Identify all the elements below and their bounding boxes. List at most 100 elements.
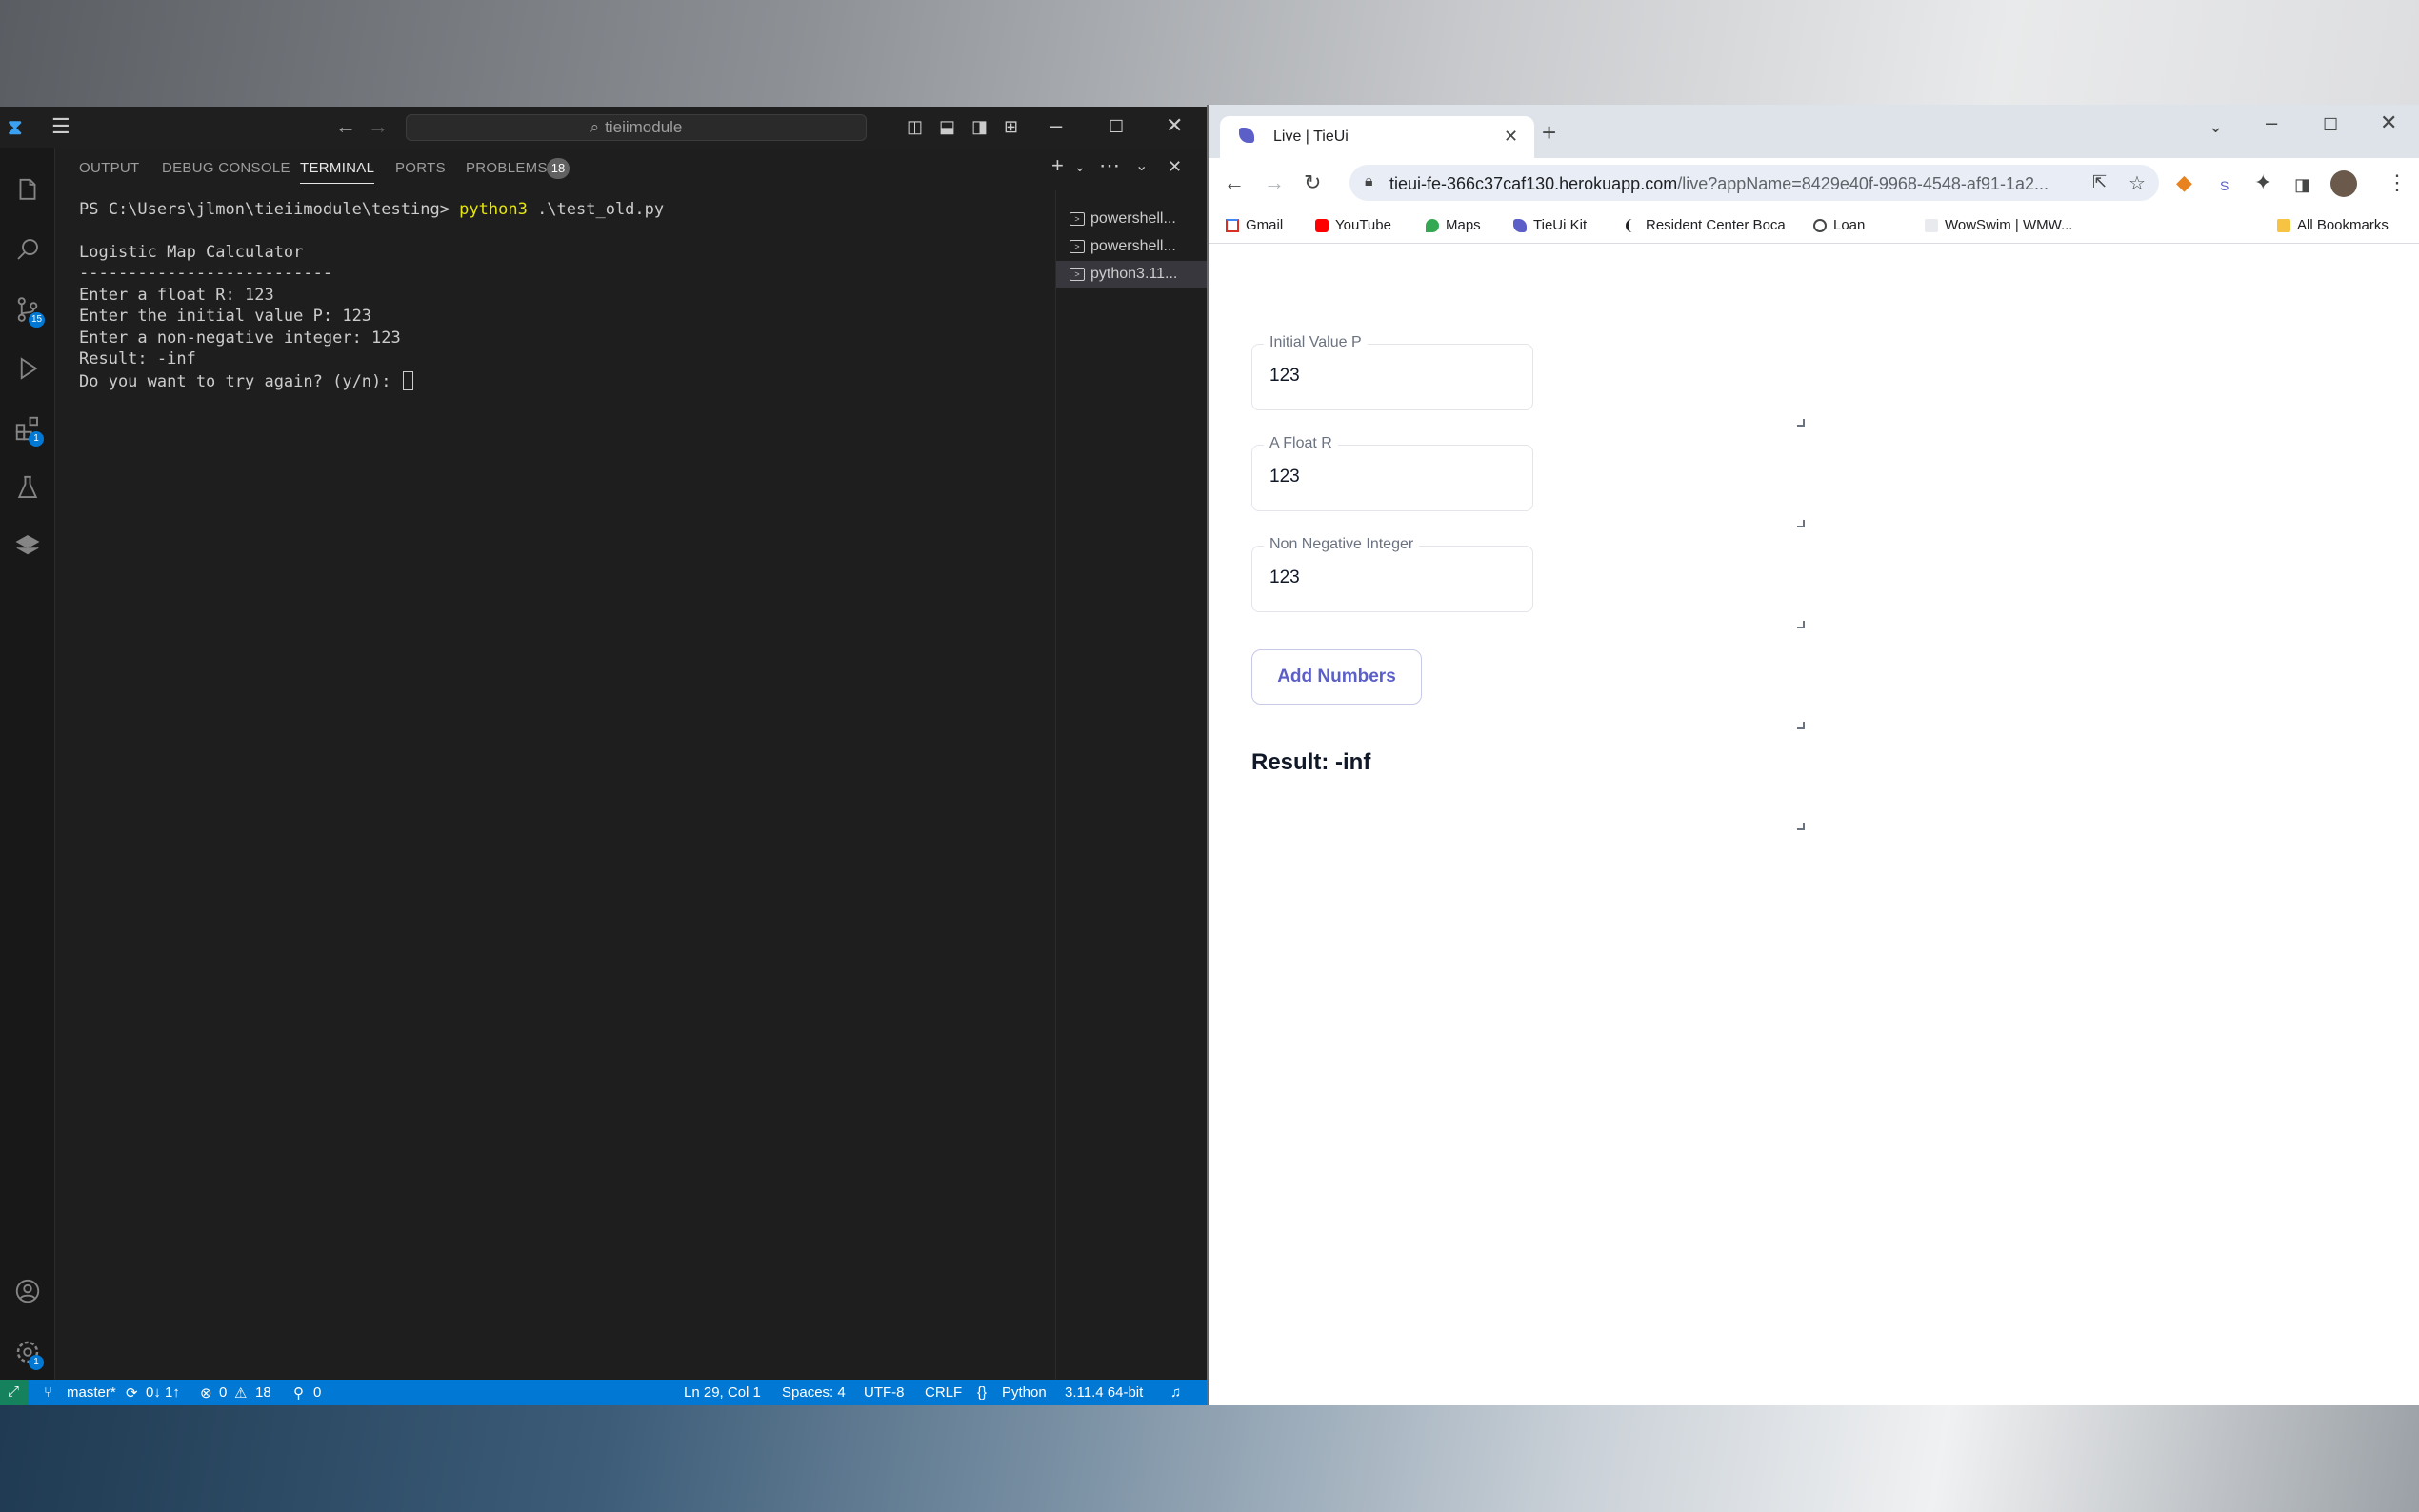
tab-output[interactable]: OUTPUT (79, 160, 139, 176)
sync-status[interactable]: 0↓ 1↑ (146, 1384, 180, 1401)
metamask-fox-icon[interactable]: ◆ (2176, 172, 2192, 193)
initial-value-field[interactable]: Initial Value P (1251, 334, 1533, 410)
explorer-icon[interactable] (0, 167, 55, 214)
notifications-bell-icon[interactable]: ♫ (1170, 1384, 1181, 1401)
browser-tab[interactable]: Live | TieUi ✕ (1220, 116, 1534, 158)
command-center-search[interactable]: ⌕ tieiimodule (406, 114, 867, 141)
vscode-titlebar: ⧗ ☰ ← → ⌕ tieiimodule ◫ ⬓ ◨ ⊞ – ☐ ✕ (0, 107, 1207, 148)
share-icon[interactable]: ⇱ (2092, 172, 2107, 192)
terminal-icon: > (1070, 212, 1085, 226)
bookmark-loan[interactable]: Loan (1813, 217, 1865, 233)
profile-avatar[interactable] (2330, 170, 2357, 197)
address-bar[interactable]: 🔒︎ tieui-fe-366c37caf130.herokuapp.com/l… (1349, 165, 2159, 201)
customize-layout-icon[interactable]: ⊞ (1004, 116, 1018, 137)
line-ending[interactable]: CRLF (925, 1384, 962, 1401)
branch-name[interactable]: master* (67, 1384, 116, 1401)
close-tab-icon[interactable]: ✕ (1504, 127, 1518, 147)
resize-handle-icon[interactable] (1797, 823, 1805, 830)
terminal-input-line: Do you want to try again? (y/n): (79, 371, 413, 391)
terminal-line: -------------------------- (79, 264, 333, 283)
terminal-line: Enter a non-negative integer: 123 (79, 328, 401, 348)
toggle-panel-icon[interactable]: ⬓ (939, 116, 955, 137)
bookmark-star-icon[interactable]: ☆ (2129, 171, 2146, 195)
resize-handle-icon[interactable] (1797, 621, 1805, 628)
bookmark-maps[interactable]: Maps (1426, 217, 1481, 233)
resize-handle-icon[interactable] (1797, 419, 1805, 427)
remote-indicator[interactable]: ⤢ (0, 1380, 29, 1405)
indentation[interactable]: Spaces: 4 (782, 1384, 846, 1401)
back-arrow-icon[interactable]: ← (1224, 172, 1245, 193)
error-count[interactable]: 0 (219, 1384, 227, 1401)
encoding[interactable]: UTF-8 (864, 1384, 905, 1401)
terminal-line: Enter a float R: 123 (79, 286, 274, 305)
bookmark-label: All Bookmarks (2297, 217, 2389, 233)
tab-problems[interactable]: PROBLEMS (466, 160, 548, 176)
bookmark-tieui-kit[interactable]: TieUi Kit (1513, 217, 1587, 233)
non-negative-integer-field[interactable]: Non Negative Integer (1251, 536, 1533, 612)
maximize-icon[interactable]: ☐ (2323, 114, 2338, 135)
side-panel-icon[interactable]: ◨ (2294, 174, 2310, 195)
forward-arrow-icon[interactable]: → (1264, 172, 1285, 193)
resize-handle-icon[interactable] (1797, 520, 1805, 527)
maps-pin-icon (1426, 218, 1439, 232)
maximize-panel-chevron-icon[interactable]: ⌄ (1135, 156, 1148, 177)
bookmark-resident-center[interactable]: Resident Center Boca (1626, 217, 1786, 233)
language-mode[interactable]: Python (1002, 1384, 1047, 1401)
minimize-icon[interactable]: – (1050, 115, 1062, 136)
extensions-icon[interactable]: 1 (0, 405, 55, 452)
initial-value-input[interactable] (1269, 366, 1517, 387)
close-icon[interactable]: ✕ (1166, 115, 1183, 136)
python-interpreter[interactable]: 3.11.4 64-bit (1065, 1384, 1143, 1401)
bookmark-gmail[interactable]: Gmail (1226, 217, 1283, 233)
search-icon[interactable] (0, 226, 55, 273)
float-r-field[interactable]: A Float R (1251, 435, 1533, 511)
extensions-puzzle-icon[interactable]: ✦ (2254, 172, 2271, 193)
result-text: Result: -inf (1251, 749, 1371, 775)
new-terminal-plus-icon[interactable]: + (1051, 155, 1064, 176)
maximize-icon[interactable]: ☐ (1109, 116, 1124, 137)
terminal-line: Logistic Map Calculator (79, 243, 304, 262)
toggle-secondary-sidebar-icon[interactable]: ◨ (971, 116, 988, 137)
float-r-input[interactable] (1269, 467, 1517, 487)
terminal-icon: > (1070, 240, 1085, 253)
non-negative-integer-input[interactable] (1269, 567, 1517, 588)
terminal-list-item[interactable]: > powershell... (1056, 206, 1207, 232)
settings-gear-icon[interactable]: 1 (0, 1328, 55, 1376)
ports-count[interactable]: 0 (313, 1384, 321, 1401)
reload-icon[interactable]: ↻ (1304, 172, 1321, 193)
tab-ports[interactable]: PORTS (395, 160, 446, 176)
terminal-output[interactable]: PS C:\Users\jlmon\tieiimodule\testing> p… (55, 190, 1055, 1380)
tab-terminal[interactable]: TERMINAL (300, 160, 375, 184)
warning-count[interactable]: 18 (255, 1384, 271, 1401)
forward-arrow-icon[interactable]: → (368, 116, 389, 137)
status-bar: ⤢ ⑂ master* ⟳ 0↓ 1↑ ⊗ 0 ⚠ 18 ⚲ 0 Ln 29, … (0, 1380, 1207, 1405)
accounts-icon[interactable] (0, 1267, 55, 1315)
terminal-dropdown-chevron-icon[interactable]: ⌄ (1074, 156, 1086, 177)
bookmark-youtube[interactable]: YouTube (1315, 217, 1391, 233)
terminal-list-item-active[interactable]: > python3.11... (1056, 261, 1207, 288)
minimize-icon[interactable]: – (2266, 112, 2277, 133)
terminal-list-item[interactable]: > powershell... (1056, 233, 1207, 260)
tab-debug-console[interactable]: DEBUG CONSOLE (162, 160, 290, 176)
close-window-icon[interactable]: ✕ (2380, 112, 2397, 133)
layers-icon[interactable] (0, 523, 55, 570)
resize-handle-icon[interactable] (1797, 722, 1805, 729)
extension-s-icon[interactable]: S (2220, 175, 2229, 196)
more-actions-icon[interactable]: ⋯ (1099, 155, 1120, 176)
add-numbers-button[interactable]: Add Numbers (1251, 649, 1422, 705)
back-arrow-icon[interactable]: ← (335, 116, 356, 137)
testing-flask-icon[interactable] (0, 464, 55, 511)
source-control-icon[interactable]: 15 (0, 286, 55, 333)
tab-search-chevron-icon[interactable]: ⌄ (2209, 116, 2223, 137)
bookmark-wowswim[interactable]: WowSwim | WMW... (1925, 217, 2072, 233)
web-page: Initial Value P A Float R Non Negative I… (1209, 245, 2419, 1405)
cursor-position[interactable]: Ln 29, Col 1 (684, 1384, 761, 1401)
all-bookmarks-folder[interactable]: All Bookmarks (2277, 217, 2389, 233)
toggle-sidebar-icon[interactable]: ◫ (907, 116, 923, 137)
close-panel-icon[interactable]: ✕ (1168, 156, 1182, 177)
chrome-menu-icon[interactable]: ⋮ (2387, 172, 2408, 193)
run-debug-icon[interactable] (0, 345, 55, 392)
new-tab-plus-icon[interactable]: + (1542, 120, 1556, 145)
field-label: A Float R (1264, 435, 1338, 452)
menu-icon[interactable]: ☰ (51, 116, 70, 137)
